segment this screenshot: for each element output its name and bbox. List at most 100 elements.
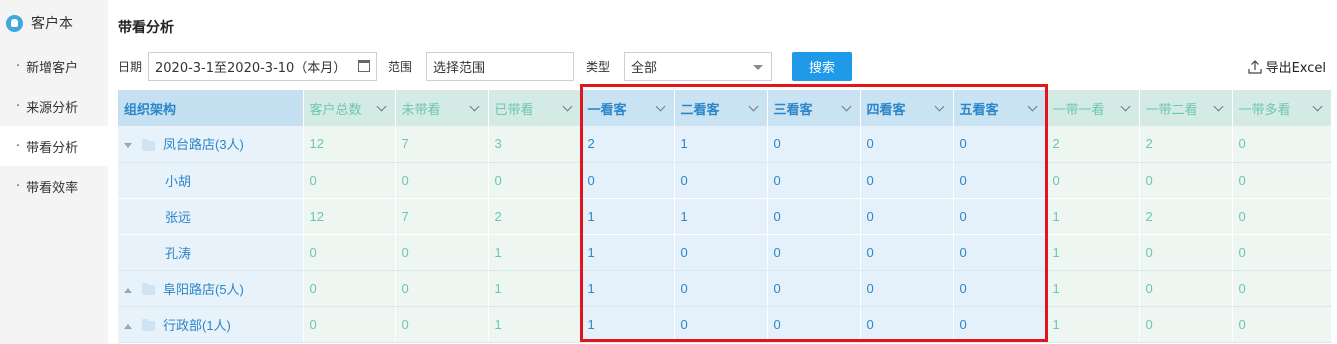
- table-cell: 0: [953, 162, 1047, 199]
- chevron-down-icon[interactable]: [934, 101, 944, 112]
- column-header-view-4[interactable]: 四看客: [860, 90, 954, 126]
- type-value: 全部: [631, 61, 658, 76]
- caret-down-icon[interactable]: [124, 143, 132, 149]
- calendar-icon: [358, 60, 371, 72]
- table-cell: 1: [488, 234, 582, 271]
- table-row-member[interactable]: 小胡 0 0 0 0 0 0 0 0 0 0 0: [118, 162, 1332, 199]
- app-window: 客户本 · 新增客户 · 来源分析 · 带看分析 · 带看效率 带看分析 日期 …: [0, 0, 1337, 344]
- chevron-down-icon[interactable]: [748, 101, 758, 112]
- table-cell: 0: [860, 234, 954, 271]
- table-cell: 0: [767, 234, 861, 271]
- table-cell: 1: [488, 306, 582, 343]
- date-range-picker[interactable]: 2020-3-1至2020-3-10（本月）: [148, 52, 378, 81]
- range-label: 范围: [388, 60, 413, 74]
- table-cell: 1: [581, 306, 675, 343]
- column-header-view-3[interactable]: 三看客: [767, 90, 861, 126]
- search-button[interactable]: 搜索: [792, 52, 853, 81]
- table-cell: 12: [303, 198, 396, 235]
- member-name[interactable]: 孔涛: [118, 234, 304, 271]
- column-header-view-1[interactable]: 一看客: [581, 90, 675, 126]
- table-header-row: 组织架构 客户总数 未带看 已带看 一看客 二看客 三看客 四看客 五看客 一带…: [118, 90, 1332, 126]
- bullet-icon: ·: [16, 178, 21, 194]
- table-row-group[interactable]: 行政部(1人) 0 0 1 1 0 0 0 0 1 0 0: [118, 306, 1332, 343]
- table-cell: 1: [1046, 234, 1140, 271]
- table-cell: 0: [953, 126, 1047, 163]
- table-cell: 0: [953, 234, 1047, 271]
- table-row-member[interactable]: 孔涛 0 0 1 1 0 0 0 0 1 0 0: [118, 234, 1332, 271]
- chevron-down-icon[interactable]: [376, 101, 386, 112]
- chevron-down-icon[interactable]: [469, 101, 479, 112]
- type-select[interactable]: 全部: [624, 52, 773, 81]
- chevron-down-icon[interactable]: [1027, 101, 1037, 112]
- table-cell: 1: [674, 198, 768, 235]
- table-cell: 0: [674, 162, 768, 199]
- table-row-member[interactable]: 张远 12 7 2 1 1 0 0 0 1 2 0: [118, 198, 1332, 235]
- table-cell: 0: [767, 306, 861, 343]
- table-row-group[interactable]: 阜阳路店(5人) 0 0 1 1 0 0 0 0 1 0 0: [118, 270, 1332, 307]
- column-header-one-with-one[interactable]: 一带一看: [1046, 90, 1140, 126]
- bullet-icon: ·: [16, 58, 21, 74]
- table-cell: 0: [953, 270, 1047, 307]
- viewing-analysis-table: 组织架构 客户总数 未带看 已带看 一看客 二看客 三看客 四看客 五看客 一带…: [118, 90, 1332, 343]
- folder-icon: [142, 319, 155, 332]
- table-cell: 0: [303, 234, 396, 271]
- sidebar-item-new-customers[interactable]: · 新增客户: [0, 46, 108, 86]
- column-header-view-2[interactable]: 二看客: [674, 90, 768, 126]
- table-cell: 2: [581, 126, 675, 163]
- date-range-value: 2020-3-1至2020-3-10（本月）: [155, 61, 347, 76]
- sidebar-item-label: 带看分析: [26, 140, 79, 156]
- column-header-viewed[interactable]: 已带看: [488, 90, 582, 126]
- sidebar-item-label: 带看效率: [26, 180, 79, 196]
- table-cell: 1: [1046, 270, 1140, 307]
- bullet-icon: ·: [16, 138, 21, 154]
- type-label: 类型: [586, 60, 611, 74]
- caret-up-icon[interactable]: [124, 323, 132, 329]
- table-cell: 1: [488, 270, 582, 307]
- sidebar-item-source-analysis[interactable]: · 来源分析: [0, 86, 108, 126]
- table-cell: 1: [581, 270, 675, 307]
- caret-up-icon[interactable]: [124, 287, 132, 293]
- bullet-icon: ·: [16, 98, 21, 114]
- table-cell: 0: [860, 270, 954, 307]
- org-cell[interactable]: 阜阳路店(5人): [118, 270, 304, 307]
- org-cell[interactable]: 行政部(1人): [118, 306, 304, 343]
- table-cell: 0: [674, 270, 768, 307]
- export-label: 导出Excel: [1265, 61, 1326, 76]
- table-cell: 0: [395, 234, 489, 271]
- sidebar-brand: 客户本: [0, 0, 108, 46]
- column-header-one-with-many[interactable]: 一带多看: [1232, 90, 1332, 126]
- table-cell: 0: [767, 162, 861, 199]
- table-cell: 0: [1232, 126, 1332, 163]
- table-cell: 1: [581, 234, 675, 271]
- member-name[interactable]: 小胡: [118, 162, 304, 199]
- column-header-not-viewed[interactable]: 未带看: [395, 90, 489, 126]
- table-cell: 0: [488, 162, 582, 199]
- table-cell: 0: [1232, 306, 1332, 343]
- table-cell: 7: [395, 198, 489, 235]
- table-cell: 0: [1139, 306, 1233, 343]
- sidebar-item-viewing-efficiency[interactable]: · 带看效率: [0, 166, 108, 206]
- column-header-one-with-two[interactable]: 一带二看: [1139, 90, 1233, 126]
- column-header-view-5[interactable]: 五看客: [953, 90, 1047, 126]
- table-cell: 0: [1139, 234, 1233, 271]
- sidebar-item-viewing-analysis[interactable]: · 带看分析: [0, 126, 108, 166]
- chevron-down-icon[interactable]: [562, 101, 572, 112]
- chevron-down-icon[interactable]: [655, 101, 665, 112]
- table-cell: 2: [1046, 126, 1140, 163]
- chevron-down-icon[interactable]: [1312, 101, 1322, 112]
- chevron-down-icon[interactable]: [841, 101, 851, 112]
- column-header-org[interactable]: 组织架构: [118, 90, 304, 126]
- table-cell: 7: [395, 126, 489, 163]
- org-cell[interactable]: 凤台路店(3人): [118, 126, 304, 163]
- member-name[interactable]: 张远: [118, 198, 304, 235]
- table-cell: 0: [581, 162, 675, 199]
- table-cell: 0: [1046, 162, 1140, 199]
- chevron-down-icon[interactable]: [1120, 101, 1130, 112]
- export-excel-button[interactable]: 导出Excel: [1247, 57, 1326, 76]
- table-row-group[interactable]: 凤台路店(3人) 12 7 3 2 1 0 0 0 2 2 0: [118, 126, 1332, 163]
- table-cell: 12: [303, 126, 396, 163]
- range-input[interactable]: 选择范围: [426, 52, 575, 81]
- customer-icon: [6, 14, 23, 32]
- column-header-total[interactable]: 客户总数: [303, 90, 396, 126]
- chevron-down-icon[interactable]: [1213, 101, 1223, 112]
